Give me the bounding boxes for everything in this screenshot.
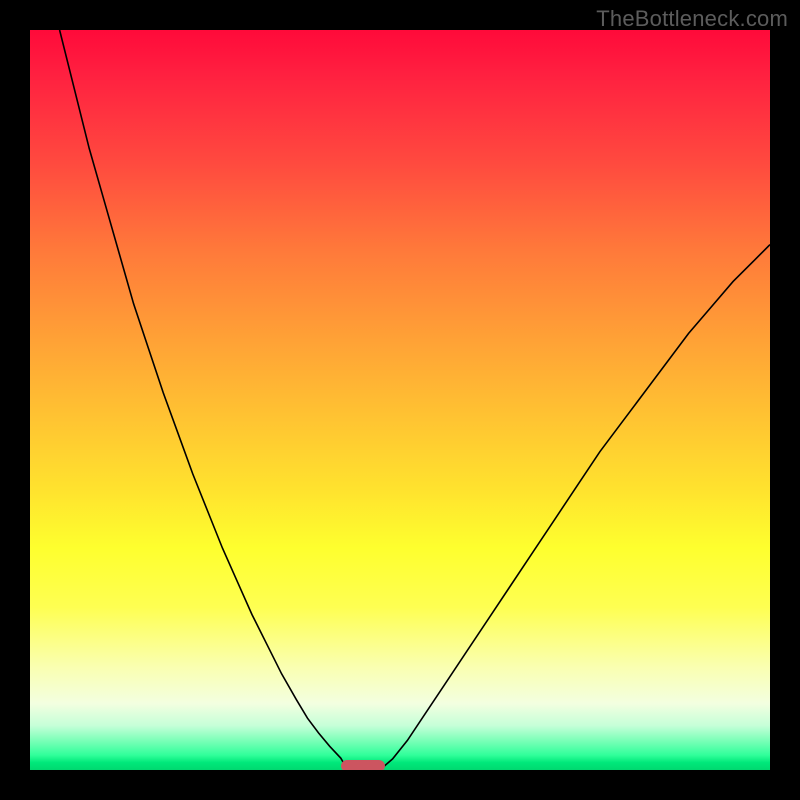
watermark-text: TheBottleneck.com xyxy=(596,6,788,32)
left-curve-path xyxy=(60,30,347,769)
right-curve-path xyxy=(382,245,771,769)
curve-layer xyxy=(30,30,770,770)
optimal-range-marker xyxy=(341,760,385,770)
plot-area xyxy=(30,30,770,770)
chart-frame: TheBottleneck.com xyxy=(0,0,800,800)
